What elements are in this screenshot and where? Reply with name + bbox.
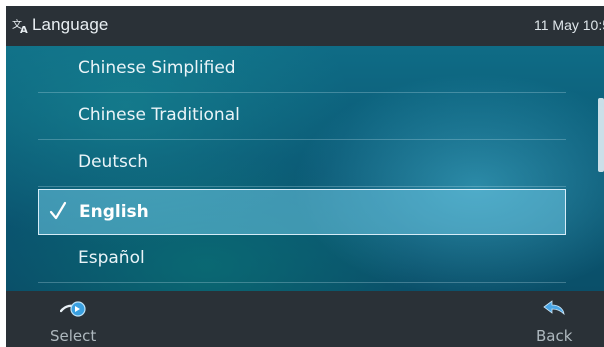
softkey-bar: Select Back <box>6 291 604 347</box>
title-bar: 文 A Language 11 May 10:5 <box>6 6 604 46</box>
list-item-english[interactable]: English <box>38 189 566 235</box>
checkmark-icon <box>49 201 67 220</box>
back-softkey[interactable]: Back <box>516 291 596 347</box>
page-title: Language <box>32 15 109 34</box>
phone-screen: 文 A Language 11 May 10:5 Chinese Simplif… <box>6 6 604 347</box>
list-item-label: Español <box>78 248 145 268</box>
clock-display: 11 May 10:5 <box>533 17 604 33</box>
list-item-label: Chinese Simplified <box>78 58 236 78</box>
select-softkey-label: Select <box>50 327 97 345</box>
list-item-chinese-simplified[interactable]: Chinese Simplified <box>38 46 566 93</box>
list-item-label: English <box>79 202 149 222</box>
list-item-label: Deutsch <box>78 152 148 172</box>
list-item-espanol[interactable]: Español <box>38 236 566 283</box>
back-softkey-label: Back <box>536 327 573 345</box>
svg-text:A: A <box>20 25 28 34</box>
back-arrow-icon <box>543 300 565 316</box>
list-item-deutsch[interactable]: Deutsch <box>38 140 566 187</box>
list-item-label: Chinese Traditional <box>78 105 240 125</box>
select-softkey[interactable]: Select <box>46 291 106 347</box>
list-item-chinese-traditional[interactable]: Chinese Traditional <box>38 93 566 140</box>
translate-icon: 文 A <box>12 18 28 34</box>
language-list: Chinese Simplified Chinese Traditional D… <box>6 46 604 291</box>
select-arrow-icon <box>60 301 86 317</box>
scrollbar-thumb[interactable] <box>598 98 604 172</box>
